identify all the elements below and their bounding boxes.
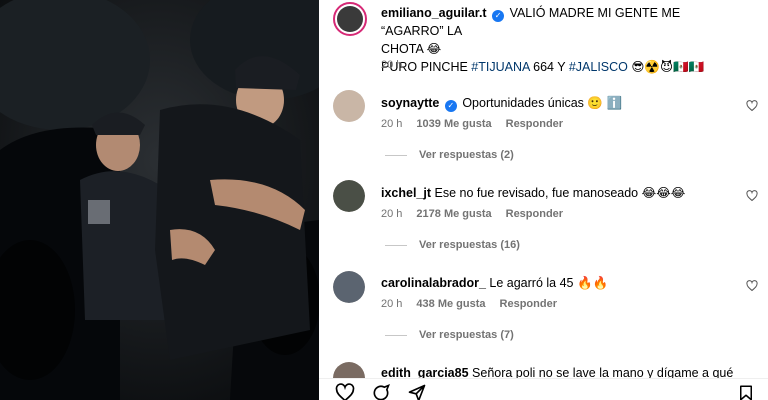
reply-button[interactable]: Responder — [506, 118, 563, 130]
view-replies-button[interactable]: Ver respuestas (2) — [385, 149, 514, 161]
comment-username[interactable]: carolinalabrador_ — [381, 276, 486, 290]
comment-username[interactable]: soynaytte — [381, 96, 439, 110]
caption-mid: 664 Y — [529, 60, 569, 74]
comment: carolinalabrador_ Le agarró la 45 🔥🔥 — [381, 274, 738, 292]
comment-text: Oportunidades únicas 🙂 ℹ️ — [462, 96, 623, 110]
comments-panel: emiliano_aguilar.t ✓ VALIÓ MADRE MI GENT… — [319, 0, 768, 400]
reply-button[interactable]: Responder — [506, 208, 563, 220]
comment-avatar[interactable] — [333, 180, 365, 212]
bookmark-icon[interactable] — [737, 383, 755, 400]
video-frame — [0, 0, 319, 400]
comment-text: Le agarró la 45 🔥🔥 — [489, 276, 609, 290]
comment-meta: 20 h 1039 Me gusta Responder — [381, 118, 577, 130]
comment-likes[interactable]: 438 Me gusta — [416, 298, 485, 310]
heart-icon[interactable] — [746, 190, 758, 202]
post-media[interactable] — [0, 0, 319, 400]
author-avatar[interactable] — [333, 2, 367, 36]
comment-time: 20 h — [381, 118, 403, 130]
heart-icon[interactable] — [335, 383, 355, 400]
view-replies-button[interactable]: Ver respuestas (16) — [385, 239, 520, 251]
comment-icon[interactable] — [371, 383, 391, 400]
comment-text: Ese no fue revisado, fue manoseado 😂😂😂 — [434, 186, 686, 200]
caption: emiliano_aguilar.t ✓ VALIÓ MADRE MI GENT… — [381, 4, 738, 76]
comment-username[interactable]: ixchel_jt — [381, 186, 431, 200]
comment-likes[interactable]: 1039 Me gusta — [416, 118, 491, 130]
comment: ixchel_jt Ese no fue revisado, fue manos… — [381, 184, 738, 202]
reply-button[interactable]: Responder — [500, 298, 557, 310]
comment-meta: 20 h 438 Me gusta Responder — [381, 298, 571, 310]
caption-emojis: 😎☢️😈🇲🇽🇲🇽 — [627, 60, 705, 74]
verified-icon: ✓ — [444, 100, 457, 112]
action-bar — [319, 378, 768, 400]
share-icon[interactable] — [407, 383, 427, 400]
comment-avatar[interactable] — [333, 90, 365, 122]
post-time: 20 h — [381, 59, 403, 71]
verified-icon: ✓ — [492, 10, 505, 22]
comment-likes[interactable]: 2178 Me gusta — [416, 208, 491, 220]
comment-time: 20 h — [381, 298, 403, 310]
comment-meta: 20 h 2178 Me gusta Responder — [381, 208, 577, 220]
caption-line2: CHOTA 😂 — [381, 42, 442, 56]
hashtag-jalisco[interactable]: #JALISCO — [569, 60, 628, 74]
heart-icon[interactable] — [746, 100, 758, 112]
heart-icon[interactable] — [746, 280, 758, 292]
comment-avatar[interactable] — [333, 271, 365, 303]
hashtag-tijuana[interactable]: #TIJUANA — [471, 60, 529, 74]
comment-time: 20 h — [381, 208, 403, 220]
view-replies-button[interactable]: Ver respuestas (7) — [385, 329, 514, 341]
comment: soynaytte ✓ Oportunidades únicas 🙂 ℹ️ — [381, 94, 738, 112]
author-username[interactable]: emiliano_aguilar.t — [381, 6, 487, 20]
